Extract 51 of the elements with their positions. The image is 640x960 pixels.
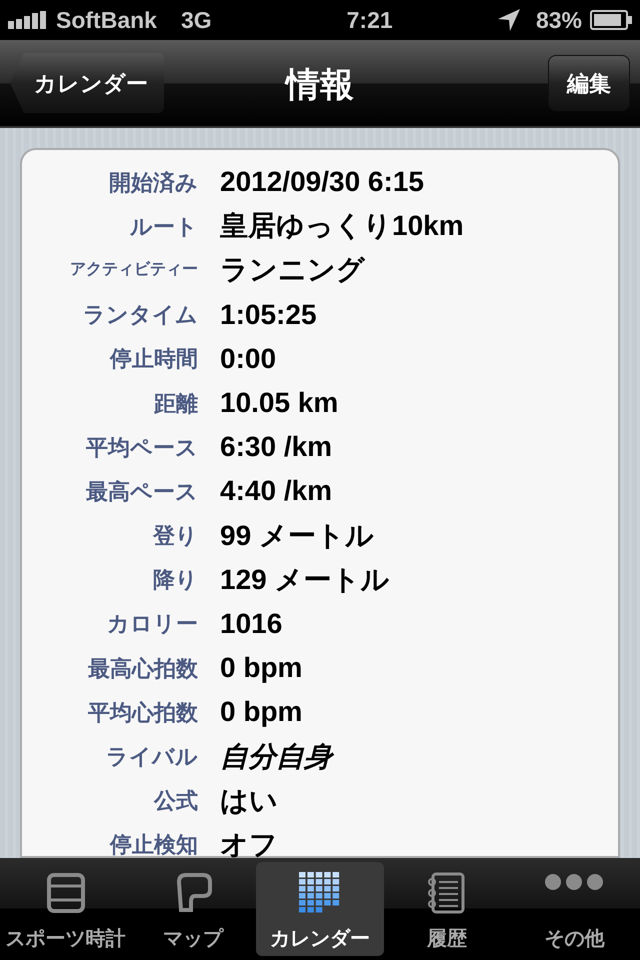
field-value: オフ — [219, 828, 278, 858]
network-type: 3G — [180, 6, 212, 35]
field-value: 皇居ゆっくり10km — [219, 209, 464, 244]
battery-icon — [590, 10, 632, 30]
tab-item[interactable]: その他 — [510, 862, 638, 956]
field-value: 2012/09/30 6:15 — [219, 165, 424, 200]
tab-item[interactable]: 履歴 — [384, 862, 511, 956]
nav-title: 情報 — [286, 65, 354, 106]
field-value: ランニング — [219, 253, 365, 288]
field-value: 0:00 — [219, 342, 276, 376]
field-label: ライバル — [105, 743, 199, 772]
field-label: 平均ペース — [85, 434, 199, 462]
field-value: 4:40 /km — [219, 474, 332, 508]
notebook-icon — [427, 872, 468, 914]
field-value: 6:30 /km — [219, 430, 332, 464]
field-label: 開始済み — [108, 168, 199, 197]
carrier-name: SoftBank — [56, 6, 157, 35]
field-label: ランタイム — [82, 301, 199, 330]
field-label: 距離 — [153, 390, 199, 418]
field-value: 10.05 km — [219, 386, 338, 420]
field-value: 129 メートル — [219, 562, 390, 597]
panel-icon — [46, 872, 86, 914]
field-label: 登り — [152, 522, 199, 550]
field-value: 1016 — [219, 606, 282, 641]
field-label: 停止検知 — [108, 831, 199, 858]
field-label: 公式 — [152, 787, 199, 816]
field-value: 自分自身 — [200, 736, 332, 778]
signal-icon — [8, 11, 48, 29]
field-value: 0 bpm — [219, 651, 302, 686]
back-button[interactable]: カレンダー — [10, 53, 164, 113]
status-time: 7:21 — [346, 6, 393, 35]
field-label: 最高ペース — [85, 478, 199, 506]
field-label: 最高心拍数 — [87, 654, 199, 683]
tab-item[interactable]: カレンダー — [256, 862, 384, 956]
field-label: 停止時間 — [108, 345, 199, 374]
field-label: アクティビティー — [69, 260, 199, 280]
field-value: 0 bpm — [219, 695, 302, 730]
tab-item[interactable]: マップ — [129, 862, 256, 956]
field-label: 降り — [152, 566, 199, 594]
field-value: 99 メートル — [219, 518, 374, 553]
field-value: 1:05:25 — [219, 298, 317, 332]
field-label: ルート — [129, 212, 199, 241]
field-value: はい — [219, 784, 278, 818]
calendar-grid-icon — [299, 872, 341, 914]
location-arrow-icon — [498, 9, 520, 31]
edit-button[interactable]: 編集 — [548, 55, 630, 111]
field-label: 平均心拍数 — [87, 698, 199, 727]
more-icon — [544, 872, 604, 892]
tab-item[interactable]: スポーツ時計 — [2, 862, 130, 956]
field-label: カロリー — [106, 610, 199, 638]
battery-percent: 83% — [536, 6, 582, 35]
